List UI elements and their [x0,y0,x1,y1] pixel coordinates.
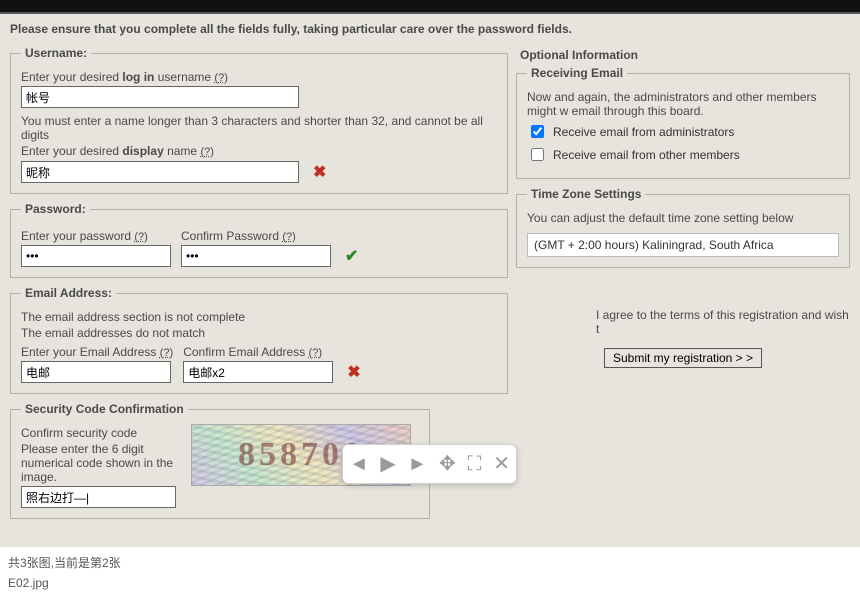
help-icon[interactable]: (?) [134,231,147,243]
security-code-input[interactable] [21,486,176,508]
email-input[interactable] [21,361,171,383]
help-icon[interactable]: (?) [160,347,173,359]
email-error-1: The email address section is not complet… [21,310,497,324]
receiving-desc: Now and again, the administrators and ot… [527,90,839,118]
email-legend: Email Address: [21,286,116,300]
help-icon[interactable]: (?) [200,146,213,158]
username-rule: You must enter a name longer than 3 char… [21,114,497,142]
submit-button[interactable]: Submit my registration > > [604,348,762,368]
password-label: Enter your password [21,229,134,243]
image-viewer-toolbar: ◄ ▶ ► ✥ ⛶ ✕ [342,444,517,484]
confirm-password-label: Confirm Password [181,229,282,243]
window-titlebar [0,0,860,14]
close-icon[interactable]: ✕ [493,454,510,474]
image-counter: 共3张图,当前是第2张 [8,553,852,573]
next-icon[interactable]: ► [408,454,428,474]
security-legend: Security Code Confirmation [21,402,188,416]
image-filename: E02.jpg [8,573,852,593]
error-icon: ✖ [313,162,326,182]
expand-icon[interactable]: ⛶ [468,454,482,474]
display-name-input[interactable] [21,161,299,183]
help-icon[interactable]: (?) [214,72,227,84]
agree-text: I agree to the terms of this registratio… [516,308,850,336]
receiving-legend: Receiving Email [527,66,627,80]
email-label: Enter your Email Address [21,345,160,359]
confirm-email-label: Confirm Email Address [183,345,308,359]
timezone-fieldset: Time Zone Settings You can adjust the de… [516,187,850,268]
confirm-email-input[interactable] [183,361,333,383]
security-line1: Confirm security code [21,426,181,440]
help-icon[interactable]: (?) [282,231,295,243]
move-icon[interactable]: ✥ [439,454,456,474]
security-line2: Please enter the 6 digit numerical code … [21,442,181,484]
success-icon: ✔ [345,246,358,266]
timezone-desc: You can adjust the default time zone set… [527,211,839,225]
password-legend: Password: [21,202,90,216]
display-name-label: Enter your desired display name (?) [21,144,497,158]
login-username-input[interactable] [21,86,299,108]
cb-admin-label: Receive email from administrators [553,125,734,139]
email-error-2: The email addresses do not match [21,326,497,340]
play-icon[interactable]: ▶ [380,454,395,474]
viewer-footer: 共3张图,当前是第2张 E02.jpg [0,547,860,604]
cb-admin-emails[interactable] [531,125,544,138]
error-icon: ✖ [347,362,360,382]
username-fieldset: Username: Enter your desired log in user… [10,46,508,194]
optional-heading: Optional Information [520,48,850,62]
timezone-legend: Time Zone Settings [527,187,645,201]
login-username-label: Enter your desired log in username (?) [21,70,497,84]
form-instruction: Please ensure that you complete all the … [10,20,850,42]
help-icon[interactable]: (?) [309,347,322,359]
timezone-select[interactable]: (GMT + 2:00 hours) Kaliningrad, South Af… [527,233,839,257]
password-fieldset: Password: Enter your password (?) Confir… [10,202,508,278]
confirm-password-input[interactable] [181,245,331,267]
cb-member-label: Receive email from other members [553,148,740,162]
prev-icon[interactable]: ◄ [349,454,369,474]
password-input[interactable] [21,245,171,267]
email-fieldset: Email Address: The email address section… [10,286,508,394]
username-legend: Username: [21,46,91,60]
cb-member-emails[interactable] [531,148,544,161]
receiving-email-fieldset: Receiving Email Now and again, the admin… [516,66,850,179]
